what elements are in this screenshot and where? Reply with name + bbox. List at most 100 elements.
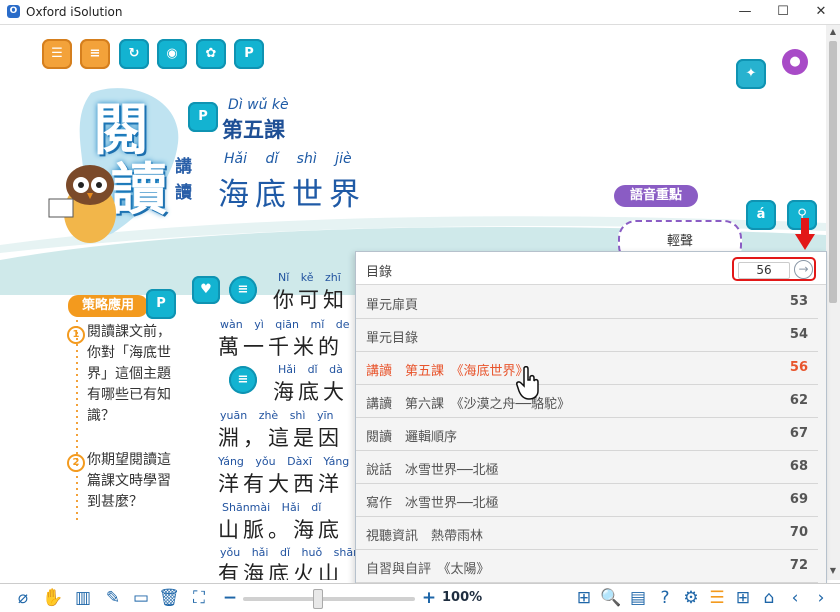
go-arrow-icon[interactable]: → <box>794 260 813 279</box>
toc-row-page: 72 <box>789 558 808 573</box>
dotted-divider <box>76 320 78 520</box>
lesson-pinyin: Dì wǔ kè <box>228 97 289 113</box>
table-of-contents-panel: 目錄 56 → 單元扉頁 53 單元目錄 54 講讀 第五課 《海底世界》 56… <box>355 251 827 588</box>
title-bar: O Oxford iSolution — ☐ ✕ <box>0 0 840 25</box>
lesson-line-5-pinyin: Yáng yǒu Dàxī Yáng <box>218 455 350 468</box>
toc-row[interactable]: 視聽資訊 熱帶雨林 70 <box>356 516 818 550</box>
scroll-down-arrow-icon[interactable]: ▼ <box>826 566 840 578</box>
toc-row[interactable]: 單元扉頁 53 <box>356 285 818 319</box>
strategy-item-1: 閱讀課文前， 你對「海底世 界」這個主題 有哪些已有知 識？ <box>87 324 171 424</box>
tone-mark-icon[interactable]: á <box>746 200 776 230</box>
toc-row[interactable]: 講讀 第六課 《沙漠之舟──駱駝》 62 <box>356 384 818 418</box>
lesson-line-1-pinyin: Nǐ kě zhī <box>278 271 341 284</box>
toc-row[interactable]: 閱讀 邏輯順序 67 <box>356 417 818 451</box>
page-jump-box: 56 → <box>732 257 816 281</box>
lesson-line-6: 山脈。海底 <box>218 518 343 542</box>
lesson-line-4: 淵，這是因 <box>218 426 343 450</box>
scroll-thumb[interactable] <box>829 41 837 303</box>
help-icon[interactable]: ? <box>654 587 676 609</box>
toc-row-label: 單元扉頁 <box>366 298 419 313</box>
toc-list-icon[interactable]: ☰ <box>706 587 728 609</box>
trash-icon[interactable]: 🗑 <box>158 587 180 609</box>
thumbnails-icon[interactable]: ⊞ <box>732 587 754 609</box>
close-button[interactable]: ✕ <box>806 3 836 21</box>
lesson-line-2-pinyin: wàn yì qiān mǐ de <box>220 318 350 331</box>
settings-icon[interactable]: ⚙ <box>680 587 702 609</box>
list-icon-2[interactable]: ≡ <box>229 366 257 394</box>
powerpoint-icon[interactable]: P <box>234 39 264 69</box>
toc-row-page: 68 <box>789 459 808 474</box>
minimize-button[interactable]: — <box>730 3 760 21</box>
search-page-icon[interactable]: 🔍 <box>600 587 622 609</box>
previous-page-icon[interactable]: ‹ <box>784 587 806 609</box>
zoom-out-button[interactable]: − <box>219 587 241 609</box>
speech-point-value: 輕聲 <box>666 234 693 249</box>
page-number-input[interactable]: 56 <box>738 262 790 279</box>
lesson-line-2: 萬一千米的 <box>218 335 343 359</box>
scroll-up-arrow-icon[interactable]: ▲ <box>826 27 840 39</box>
page-layout-icon[interactable]: ⊞ <box>573 587 595 609</box>
toc-row-label: 講讀 第五課 《海底世界》 <box>366 364 529 379</box>
toc-row-page: 70 <box>789 525 808 540</box>
app-logo-icon: O <box>7 5 20 18</box>
vertical-scrollbar[interactable]: ▲ ▼ <box>826 25 840 580</box>
strategy-item-2: 你期望閱讀這 篇課文時學習 到甚麼？ <box>87 452 171 510</box>
toc-row[interactable]: 說話 冰雪世界──北極 68 <box>356 450 818 484</box>
idea-purple-icon[interactable]: ● <box>782 49 808 75</box>
toc-row[interactable]: 單元目錄 54 <box>356 318 818 352</box>
toc-row-page: 56 <box>789 360 808 375</box>
worksheet-check-icon[interactable]: ☰ <box>42 39 72 69</box>
lesson-number: 第五課 <box>222 117 285 142</box>
strategy-ppt-icon[interactable]: P <box>146 289 176 319</box>
lesson-title: 海底世界 <box>218 177 366 213</box>
maximize-button[interactable]: ☐ <box>768 3 798 21</box>
toc-row-page: 54 <box>789 327 808 342</box>
lightbulb-icon[interactable]: ✦ <box>736 59 766 89</box>
toc-row[interactable]: 自習與自評 《太陽》 72 <box>356 549 818 583</box>
lesson-line-1: 你可知 <box>273 288 348 312</box>
pen-icon[interactable]: ✎ <box>102 587 124 609</box>
zoom-in-button[interactable]: + <box>418 587 440 609</box>
bookmark-note-icon[interactable]: ▤ <box>627 587 649 609</box>
refresh-icon[interactable]: ↻ <box>119 39 149 69</box>
strategy-tag: 策略應用 <box>68 295 148 317</box>
lesson-line-6-pinyin: Shānmài Hǎi dǐ <box>222 501 322 514</box>
toc-row-active[interactable]: 講讀 第五課 《海底世界》 56 <box>356 351 818 385</box>
bottom-toolbar: ⌀ ✋ ▥ ✎ ▭ 🗑 ⛶ − + 100% ⊞ 🔍 ▤ ? ⚙ ☰ ⊞ ⌂ ‹… <box>0 583 840 612</box>
home-icon[interactable]: ⌂ <box>758 587 780 609</box>
eraser-icon[interactable]: ⌀ <box>12 587 34 609</box>
zoom-slider-thumb[interactable] <box>312 589 323 609</box>
owl-mascot-icon <box>48 165 116 243</box>
lesson-line-4-pinyin: yuān zhè shì yīn <box>220 409 334 422</box>
video-icon[interactable]: ◉ <box>157 39 187 69</box>
toc-row-label: 視聽資訊 熱帶雨林 <box>366 529 484 544</box>
hand-tool-icon[interactable]: ✋ <box>42 587 64 609</box>
media-pink-icon[interactable]: ✿ <box>196 39 226 69</box>
lesson-ppt-icon[interactable]: P <box>188 102 218 132</box>
toc-row[interactable]: 寫作 冰雪世界──北極 69 <box>356 483 818 517</box>
heart-share-icon[interactable]: ♥ <box>192 276 220 304</box>
hand-cursor-icon <box>516 366 539 400</box>
capture-icon[interactable]: ⛶ <box>188 587 210 609</box>
worksheet-icon[interactable]: ≡ <box>80 39 110 69</box>
toc-row-page: 69 <box>789 492 808 507</box>
side-label-top: 講 <box>175 157 192 177</box>
side-label-bottom: 讀 <box>175 183 192 203</box>
note-icon[interactable]: ▭ <box>130 587 152 609</box>
red-arrow-down-icon <box>795 218 815 250</box>
toc-row-label: 寫作 冰雪世界──北極 <box>366 496 499 511</box>
lesson-line-5: 洋有大西洋 <box>218 472 343 496</box>
lesson-name-pinyin: Hǎi dǐ shì jiè <box>224 151 352 167</box>
strategy-number-1: 1 <box>67 326 85 344</box>
lesson-line-3-pinyin: Hǎi dǐ dà <box>278 363 343 376</box>
zoom-level-label: 100% <box>442 590 483 605</box>
list-icon[interactable]: ≡ <box>229 276 257 304</box>
toc-title: 目錄 <box>366 265 393 280</box>
panel-icon[interactable]: ▥ <box>72 587 94 609</box>
zoom-slider-track[interactable] <box>243 597 415 601</box>
next-page-icon[interactable]: › <box>810 587 832 609</box>
toc-header: 目錄 56 → <box>356 252 826 285</box>
toc-row-label: 自習與自評 《太陽》 <box>366 562 490 577</box>
toc-row-page: 62 <box>789 393 808 408</box>
toc-row-page: 53 <box>789 294 808 309</box>
